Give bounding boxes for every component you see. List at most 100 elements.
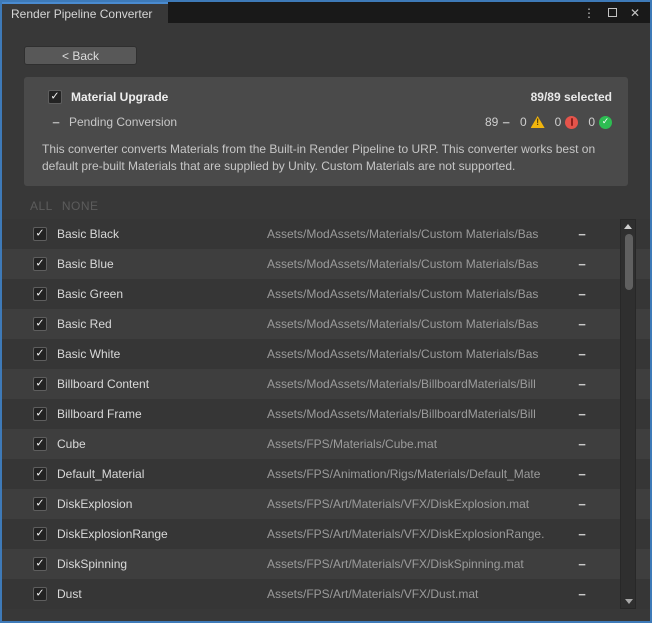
material-name: DiskExplosionRange	[57, 527, 267, 541]
material-row[interactable]: ✓ Default_Material Assets/FPS/Animation/…	[2, 459, 650, 489]
material-checkbox[interactable]: ✓	[33, 527, 47, 541]
converter-description: This converter converts Materials from t…	[42, 141, 616, 175]
close-icon[interactable]: ✕	[630, 7, 640, 19]
check-icon: ✓	[35, 498, 44, 509]
check-icon: ✓	[35, 378, 44, 389]
pending-status-icon: −	[576, 227, 588, 242]
back-button[interactable]: < Back	[24, 46, 137, 65]
pending-status-icon: −	[576, 557, 588, 572]
material-name: Basic Blue	[57, 257, 267, 271]
material-path: Assets/ModAssets/Materials/BillboardMate…	[267, 377, 576, 391]
material-name: Billboard Content	[57, 377, 267, 391]
material-checkbox[interactable]: ✓	[33, 467, 47, 481]
pending-status-icon: −	[576, 437, 588, 452]
converter-checkbox[interactable]: ✓	[48, 90, 62, 104]
material-row[interactable]: ✓ Cube Assets/FPS/Materials/Cube.mat −	[2, 429, 650, 459]
material-path: Assets/ModAssets/Materials/Custom Materi…	[267, 287, 576, 301]
material-row[interactable]: ✓ DiskExplosionRange Assets/FPS/Art/Mate…	[2, 519, 650, 549]
selected-summary: 89/89 selected	[531, 90, 616, 104]
converter-name: Material Upgrade	[71, 90, 168, 104]
material-checkbox[interactable]: ✓	[33, 437, 47, 451]
tab-render-pipeline-converter[interactable]: Render Pipeline Converter	[2, 2, 168, 23]
material-row[interactable]: ✓ Basic Black Assets/ModAssets/Materials…	[2, 219, 650, 249]
material-checkbox[interactable]: ✓	[33, 257, 47, 271]
material-checkbox[interactable]: ✓	[33, 497, 47, 511]
material-name: DiskSpinning	[57, 557, 267, 571]
material-path: Assets/ModAssets/Materials/Custom Materi…	[267, 257, 576, 271]
maximize-icon[interactable]	[608, 6, 617, 19]
select-none-button[interactable]: NONE	[62, 199, 99, 213]
material-path: Assets/FPS/Art/Materials/VFX/DiskExplosi…	[267, 527, 576, 541]
converter-panel: ✓ Material Upgrade 89/89 selected − Pend…	[24, 77, 628, 186]
check-icon: ✓	[35, 318, 44, 329]
check-icon: ✓	[35, 588, 44, 599]
pending-status-icon: −	[576, 317, 588, 332]
check-icon: ✓	[35, 528, 44, 539]
material-path: Assets/ModAssets/Materials/Custom Materi…	[267, 227, 576, 241]
titlebar-controls: ⋮ ✕	[583, 2, 650, 23]
material-path: Assets/ModAssets/Materials/Custom Materi…	[267, 317, 576, 331]
material-row[interactable]: ✓ Basic White Assets/ModAssets/Materials…	[2, 339, 650, 369]
success-count-group: 0	[588, 115, 612, 129]
material-checkbox[interactable]: ✓	[33, 317, 47, 331]
check-icon: ✓	[35, 288, 44, 299]
check-icon: ✓	[35, 438, 44, 449]
minus-icon: −	[502, 116, 510, 129]
check-icon: ✓	[35, 468, 44, 479]
material-checkbox[interactable]: ✓	[33, 287, 47, 301]
pending-count-group: 89 −	[485, 115, 510, 129]
material-row[interactable]: ✓ DiskSpinning Assets/FPS/Art/Materials/…	[2, 549, 650, 579]
material-path: Assets/FPS/Art/Materials/VFX/DiskSpinnin…	[267, 557, 576, 571]
material-checkbox[interactable]: ✓	[33, 407, 47, 421]
pending-label: Pending Conversion	[69, 115, 177, 129]
pending-status-icon: −	[576, 257, 588, 272]
titlebar-spacer	[168, 2, 583, 23]
warning-icon	[531, 116, 545, 128]
material-name: Default_Material	[57, 467, 267, 481]
check-icon: ✓	[35, 258, 44, 269]
material-path: Assets/ModAssets/Materials/Custom Materi…	[267, 347, 576, 361]
material-path: Assets/FPS/Art/Materials/VFX/Dust.mat	[267, 587, 576, 601]
material-checkbox[interactable]: ✓	[33, 227, 47, 241]
pending-status-icon: −	[576, 407, 588, 422]
materials-list: ✓ Basic Black Assets/ModAssets/Materials…	[2, 219, 650, 609]
material-name: Cube	[57, 437, 267, 451]
converter-header-row: ✓ Material Upgrade 89/89 selected	[34, 90, 616, 104]
material-name: Dust	[57, 587, 267, 601]
material-name: Basic Black	[57, 227, 267, 241]
pending-status-icon: −	[576, 377, 588, 392]
material-name: DiskExplosion	[57, 497, 267, 511]
material-row[interactable]: ✓ Basic Blue Assets/ModAssets/Materials/…	[2, 249, 650, 279]
material-row[interactable]: ✓ Dust Assets/FPS/Art/Materials/VFX/Dust…	[2, 579, 650, 609]
select-all-button[interactable]: ALL	[30, 199, 53, 213]
kebab-menu-icon[interactable]: ⋮	[583, 7, 595, 19]
material-row[interactable]: ✓ Billboard Frame Assets/ModAssets/Mater…	[2, 399, 650, 429]
window-title: Render Pipeline Converter	[11, 7, 152, 21]
material-row[interactable]: ✓ Basic Red Assets/ModAssets/Materials/C…	[2, 309, 650, 339]
material-checkbox[interactable]: ✓	[33, 557, 47, 571]
check-icon: ✓	[35, 228, 44, 239]
scroll-down-icon[interactable]	[625, 599, 633, 604]
scrollbar-thumb[interactable]	[625, 234, 633, 290]
material-name: Basic Red	[57, 317, 267, 331]
window-content: < Back ✓ Material Upgrade 89/89 selected…	[2, 23, 650, 621]
material-path: Assets/FPS/Animation/Rigs/Materials/Defa…	[267, 467, 576, 481]
check-icon: ✓	[35, 348, 44, 359]
error-count-group: 0	[555, 115, 579, 129]
success-icon	[599, 116, 612, 129]
material-path: Assets/FPS/Art/Materials/VFX/DiskExplosi…	[267, 497, 576, 511]
material-checkbox[interactable]: ✓	[33, 347, 47, 361]
pending-status-icon: −	[576, 497, 588, 512]
material-row[interactable]: ✓ Basic Green Assets/ModAssets/Materials…	[2, 279, 650, 309]
material-checkbox[interactable]: ✓	[33, 587, 47, 601]
check-icon: ✓	[35, 558, 44, 569]
material-name: Billboard Frame	[57, 407, 267, 421]
material-row[interactable]: ✓ Billboard Content Assets/ModAssets/Mat…	[2, 369, 650, 399]
materials-list-area: ✓ Basic Black Assets/ModAssets/Materials…	[2, 219, 650, 621]
material-checkbox[interactable]: ✓	[33, 377, 47, 391]
pending-status-icon: −	[576, 527, 588, 542]
error-icon	[565, 116, 578, 129]
scroll-up-icon[interactable]	[624, 224, 632, 229]
vertical-scrollbar[interactable]	[620, 219, 636, 609]
material-row[interactable]: ✓ DiskExplosion Assets/FPS/Art/Materials…	[2, 489, 650, 519]
